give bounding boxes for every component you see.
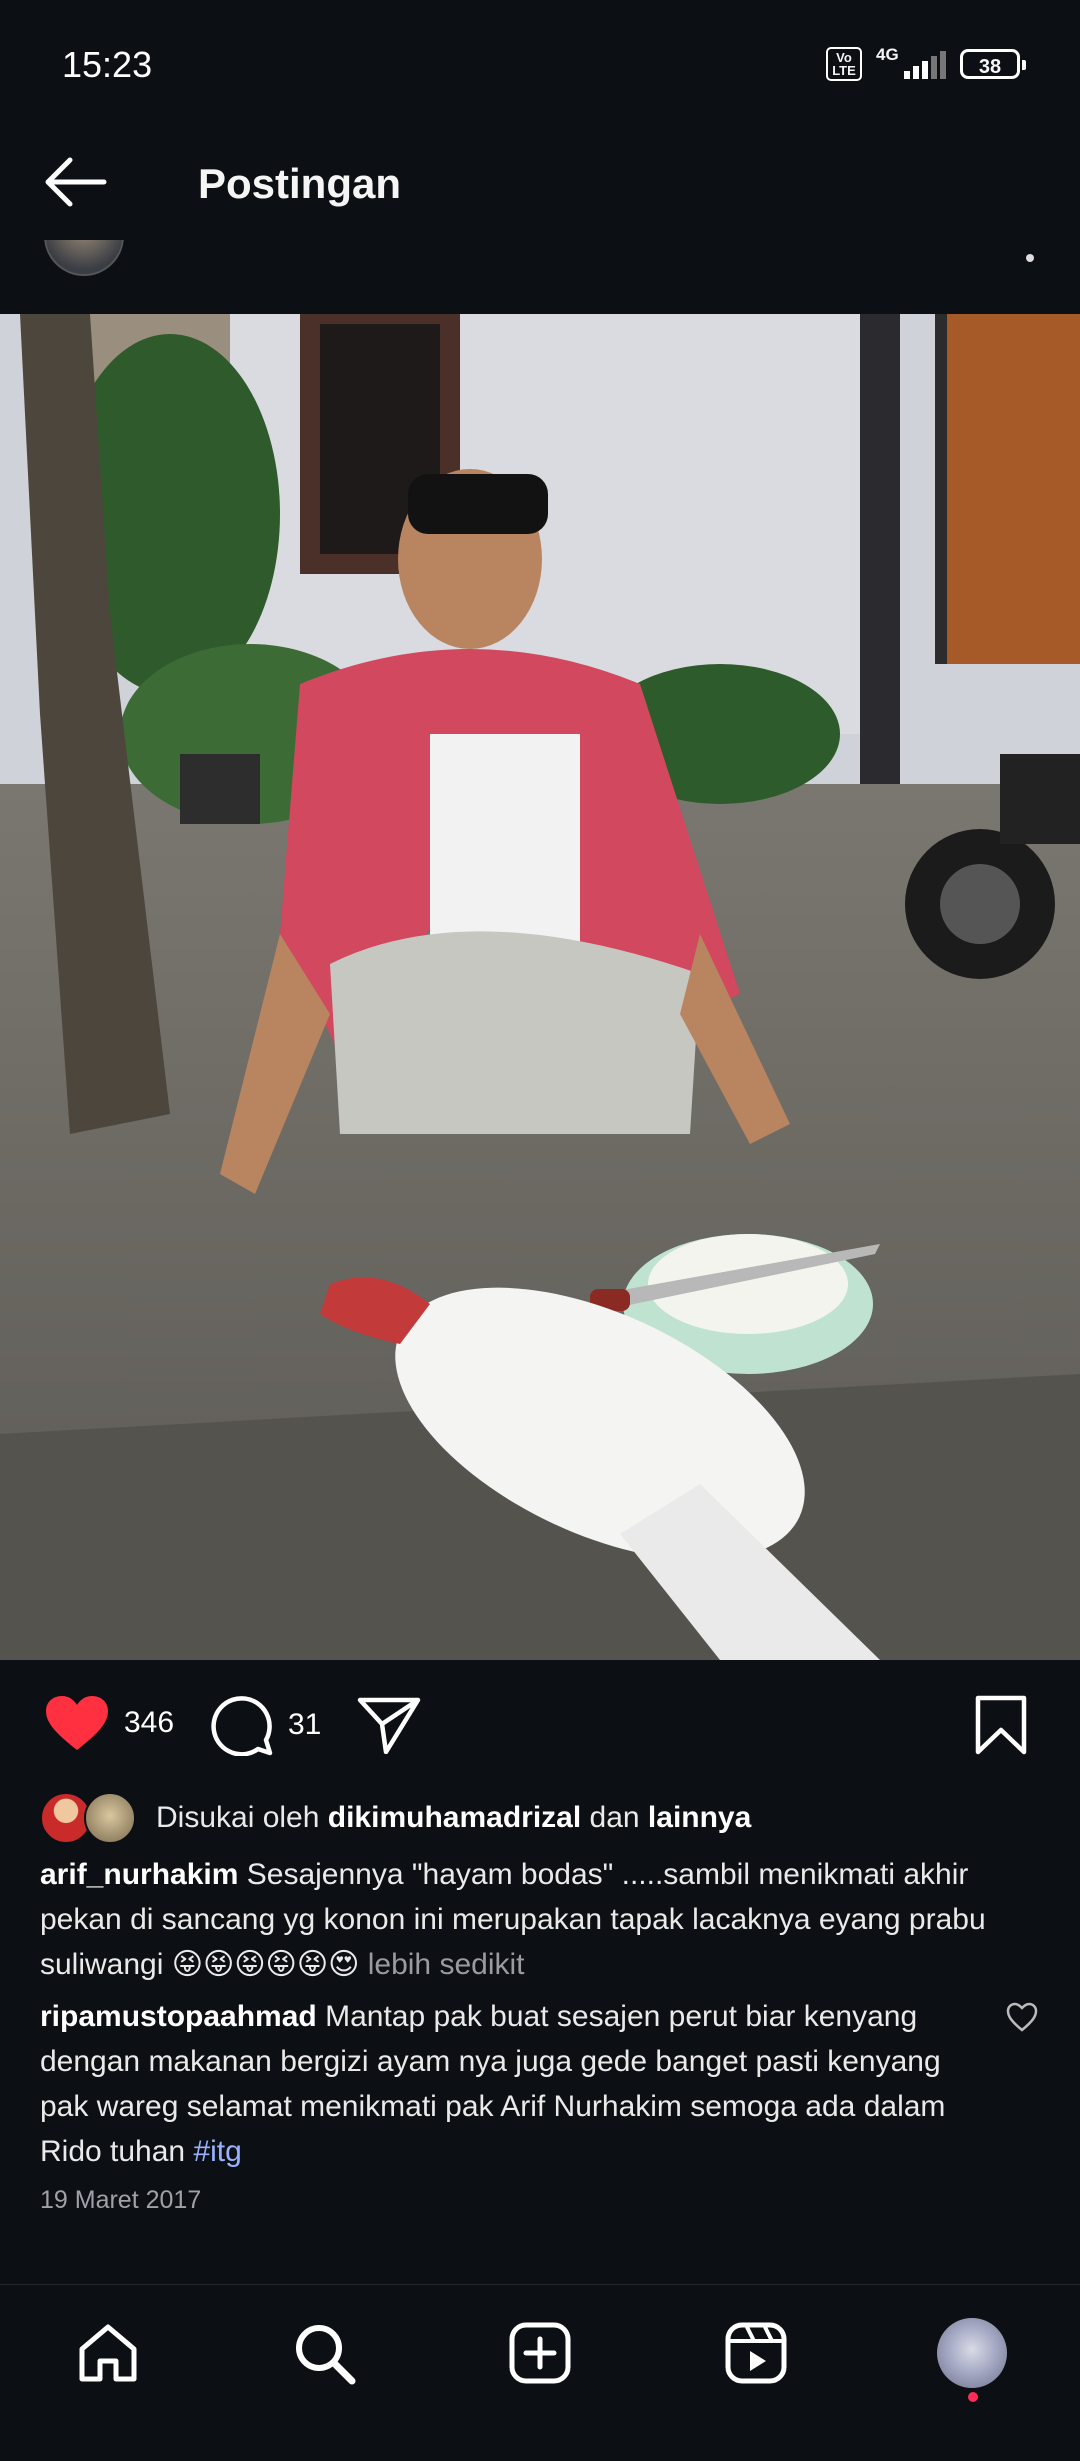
battery-level: 38 xyxy=(978,56,1002,78)
profile-avatar xyxy=(937,2318,1007,2388)
volte-icon: Vo LTE xyxy=(826,47,862,81)
reels-icon xyxy=(725,2322,787,2384)
save-button[interactable] xyxy=(974,1694,1028,1756)
back-arrow-icon xyxy=(45,157,107,207)
create-icon xyxy=(509,2322,571,2384)
liker-avatar xyxy=(84,1792,136,1844)
send-icon xyxy=(357,1697,421,1754)
app-header: Postingan xyxy=(0,130,1080,240)
home-icon xyxy=(79,2324,137,2382)
post-caption: arif_nurhakim Sesajennya "hayam bodas" .… xyxy=(40,1852,1040,1987)
battery-icon: 38 xyxy=(960,49,1026,79)
liker-avatars xyxy=(40,1792,150,1844)
comment-username[interactable]: ripamustopaahmad xyxy=(40,2000,317,2033)
post-actions: 346 31 xyxy=(0,1660,1080,1790)
liked-by-row[interactable]: Disukai oleh dikimuhamadrizal dan lainny… xyxy=(40,1792,751,1844)
nav-profile-button[interactable] xyxy=(934,2315,1010,2391)
bookmark-icon xyxy=(975,1695,1027,1755)
liked-by-prefix: Disukai oleh xyxy=(156,1801,320,1834)
caption-username[interactable]: arif_nurhakim xyxy=(40,1858,238,1891)
comment-button[interactable]: 31 xyxy=(210,1694,321,1756)
status-time: 15:23 xyxy=(62,44,153,85)
comment-icon xyxy=(211,1696,273,1756)
post-date: 19 Maret 2017 xyxy=(40,2186,202,2214)
status-icons: Vo LTE 4G 38 xyxy=(826,45,1026,82)
signal-icon: 4G xyxy=(876,45,946,81)
nav-search-button[interactable] xyxy=(286,2315,362,2391)
liked-by-text: Disukai oleh dikimuhamadrizal dan lainny… xyxy=(156,1801,751,1835)
share-button[interactable] xyxy=(356,1694,422,1754)
nav-reels-button[interactable] xyxy=(718,2315,794,2391)
status-bar: 15:23 Vo LTE 4G 38 xyxy=(0,0,1080,130)
comment-like-icon[interactable] xyxy=(1006,2002,1038,2032)
back-button[interactable] xyxy=(40,152,110,212)
post-image[interactable] xyxy=(0,314,1080,1660)
network-type: 4G xyxy=(876,45,899,64)
heart-filled-icon xyxy=(46,1696,108,1750)
search-icon xyxy=(296,2325,356,2385)
comment-item: ripamustopaahmad Mantap pak buat sesajen… xyxy=(40,1994,990,2174)
notification-dot xyxy=(968,2392,978,2402)
comment-hashtag[interactable]: #itg xyxy=(193,2135,241,2168)
author-avatar[interactable] xyxy=(44,240,124,276)
post-photo xyxy=(0,314,1080,1660)
less-button[interactable]: lebih sedikit xyxy=(368,1948,525,1981)
like-button[interactable]: 346 xyxy=(44,1694,174,1752)
more-options-icon[interactable] xyxy=(1026,254,1034,262)
post-author-strip xyxy=(0,240,1080,314)
nav-home-button[interactable] xyxy=(70,2315,146,2391)
nav-create-button[interactable] xyxy=(502,2315,578,2391)
liked-by-joiner: dan xyxy=(589,1801,640,1834)
like-count: 346 xyxy=(124,1706,175,1739)
page-title: Postingan xyxy=(198,160,402,207)
bottom-nav xyxy=(0,2284,1080,2461)
liked-by-username[interactable]: dikimuhamadrizal xyxy=(328,1801,581,1834)
comment-count: 31 xyxy=(288,1708,322,1741)
liked-by-others[interactable]: lainnya xyxy=(648,1801,751,1834)
